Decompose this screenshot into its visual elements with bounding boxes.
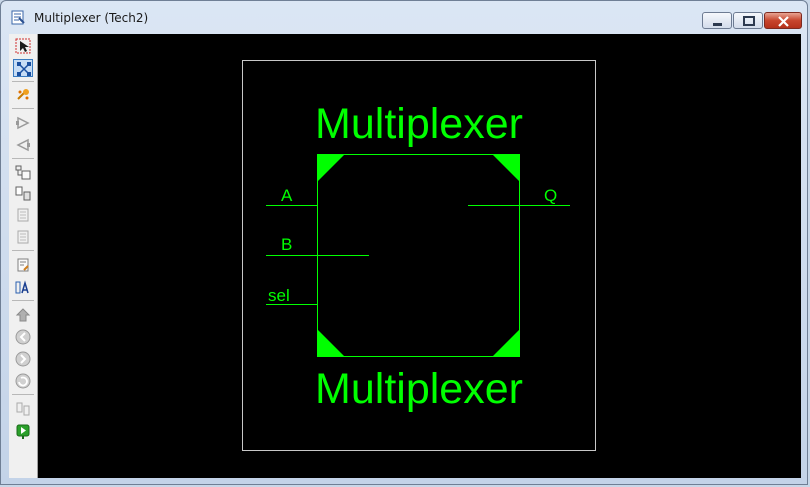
wiring-tool-button[interactable] [13,59,33,77]
sparkle-icon [17,89,29,100]
maximize-button[interactable] [733,12,763,29]
corner-marker-top-right [492,154,520,182]
schematic-canvas[interactable]: Multiplexer A B sel Q Multiplexer [38,34,801,478]
pin-label-q: Q [544,186,557,205]
corner-marker-bottom-right [492,329,520,357]
refresh-circle-icon [15,373,31,389]
window-title: Multiplexer (Tech2) [34,11,149,25]
doc-gray-2-icon [17,230,29,244]
component-title-top: Multiplexer [315,100,523,148]
text-a-icon [15,280,29,294]
hierarchy-button[interactable] [13,164,33,182]
window-split-button[interactable] [13,400,33,418]
pin-label-b: B [281,235,292,254]
left-toolbar [9,34,38,478]
run-button[interactable] [13,423,33,441]
doc-edit-button[interactable] [13,256,33,274]
forward-circle-icon [15,351,31,367]
window-split-icon [16,402,30,416]
doc-gray-button[interactable] [13,206,33,224]
doc-edit-icon [17,258,29,272]
back-button[interactable] [13,328,33,346]
corner-marker-bottom-left [317,329,345,357]
forward-button[interactable] [13,350,33,368]
corner-marker-top-left [317,154,345,182]
doc-move-button[interactable] [13,185,33,203]
play-right-icon [16,116,30,130]
app-window: Multiplexer (Tech2) Multiplexer A B sel … [0,0,808,485]
minimize-button[interactable] [702,12,732,29]
doc-gray-icon [17,208,29,222]
sparkle-tool-button[interactable] [13,86,33,104]
up-arrow-icon [15,308,31,322]
refresh-button[interactable] [13,372,33,390]
pin-label-a: A [281,186,293,205]
schematic-drawing: Multiplexer A B sel Q Multiplexer [242,60,596,451]
pin-label-sel: sel [268,286,290,305]
app-icon [11,10,25,25]
green-run-icon [16,424,30,439]
close-button[interactable] [764,12,802,29]
select-arrow-icon [15,38,31,54]
back-circle-icon [15,329,31,345]
component-title-bottom: Multiplexer [315,365,523,413]
play-left-button[interactable] [13,136,33,154]
play-left-icon [16,138,30,152]
title-bar[interactable]: Multiplexer (Tech2) [1,1,807,34]
play-right-button[interactable] [13,114,33,132]
wiring-node-icon [17,62,31,76]
doc-move-icon [15,186,31,201]
text-tool-button[interactable] [13,278,33,296]
select-tool-button[interactable] [13,37,33,55]
doc-gray-2-button[interactable] [13,228,33,246]
up-button[interactable] [13,306,33,324]
hierarchy-icon [15,165,31,180]
